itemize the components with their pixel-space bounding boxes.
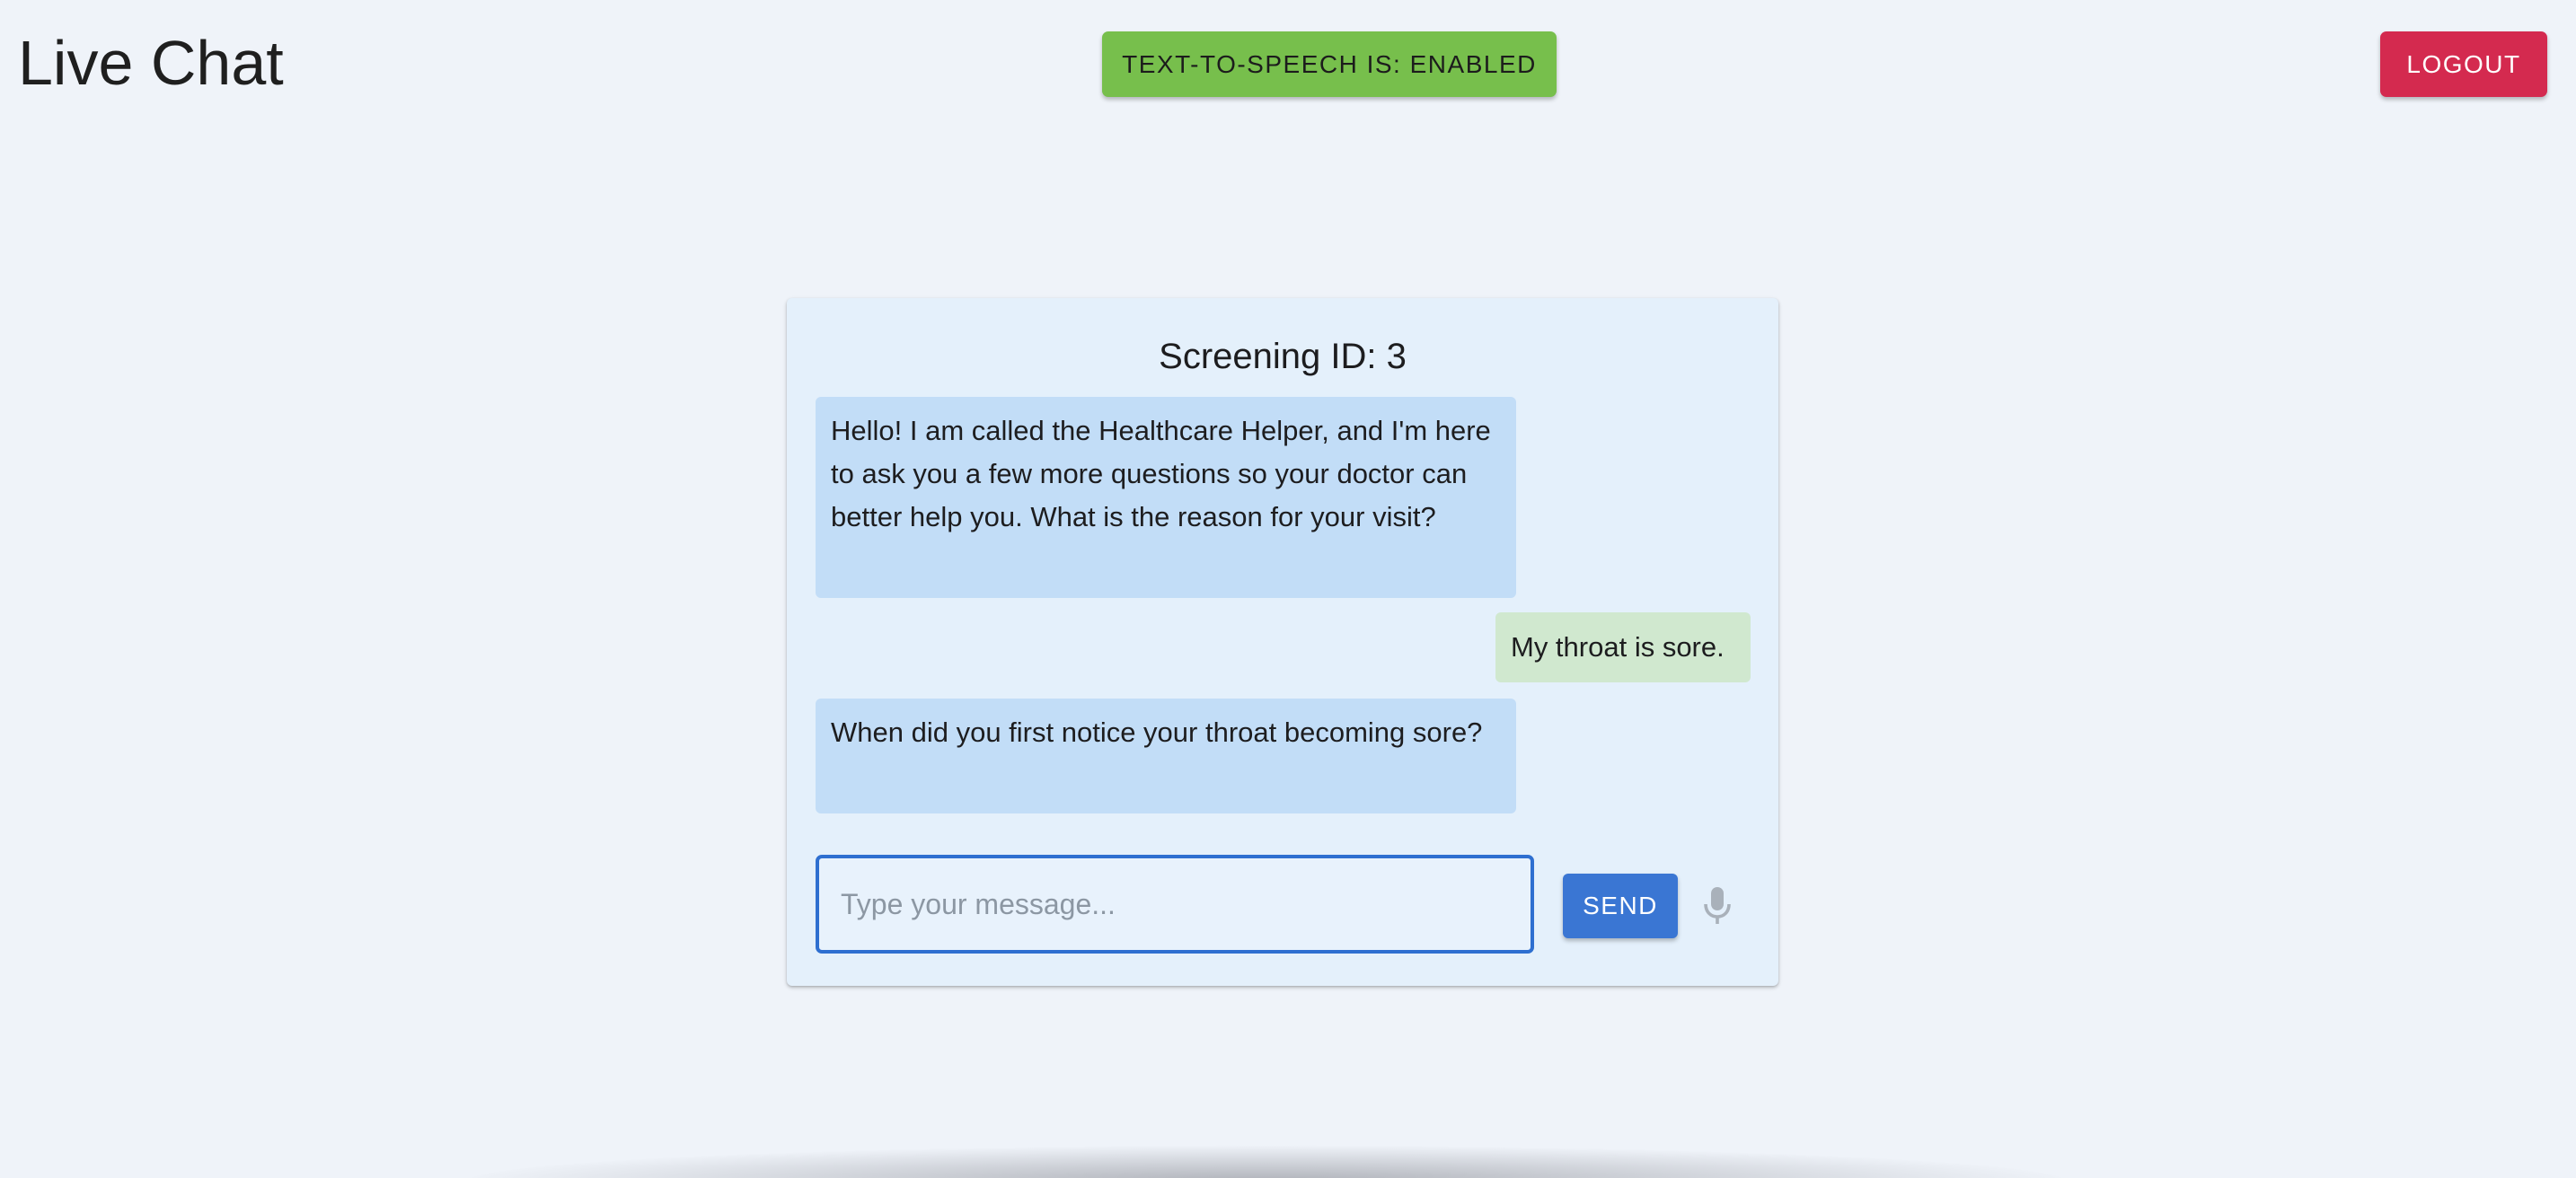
app-title: Live Chat (18, 28, 284, 98)
text-to-speech-toggle-button[interactable]: TEXT-TO-SPEECH IS: ENABLED (1102, 31, 1557, 97)
microphone-button[interactable] (1696, 882, 1739, 932)
microphone-icon (1704, 887, 1731, 924)
live-chat-page: Live Chat TEXT-TO-SPEECH IS: ENABLED LOG… (0, 0, 2576, 1178)
bottom-shadow (467, 1146, 2066, 1178)
screening-title: Screening ID: 3 (1159, 337, 1407, 376)
send-button[interactable]: SEND (1563, 874, 1678, 938)
user-message: My throat is sore. (1495, 612, 1751, 682)
logout-button[interactable]: LOGOUT (2380, 31, 2547, 97)
chat-card: Screening ID: 3 Hello! I am called the H… (787, 298, 1778, 986)
bot-message: Hello! I am called the Healthcare Helper… (816, 397, 1516, 598)
message-input[interactable] (816, 855, 1534, 954)
bot-message: When did you first notice your throat be… (816, 699, 1516, 813)
